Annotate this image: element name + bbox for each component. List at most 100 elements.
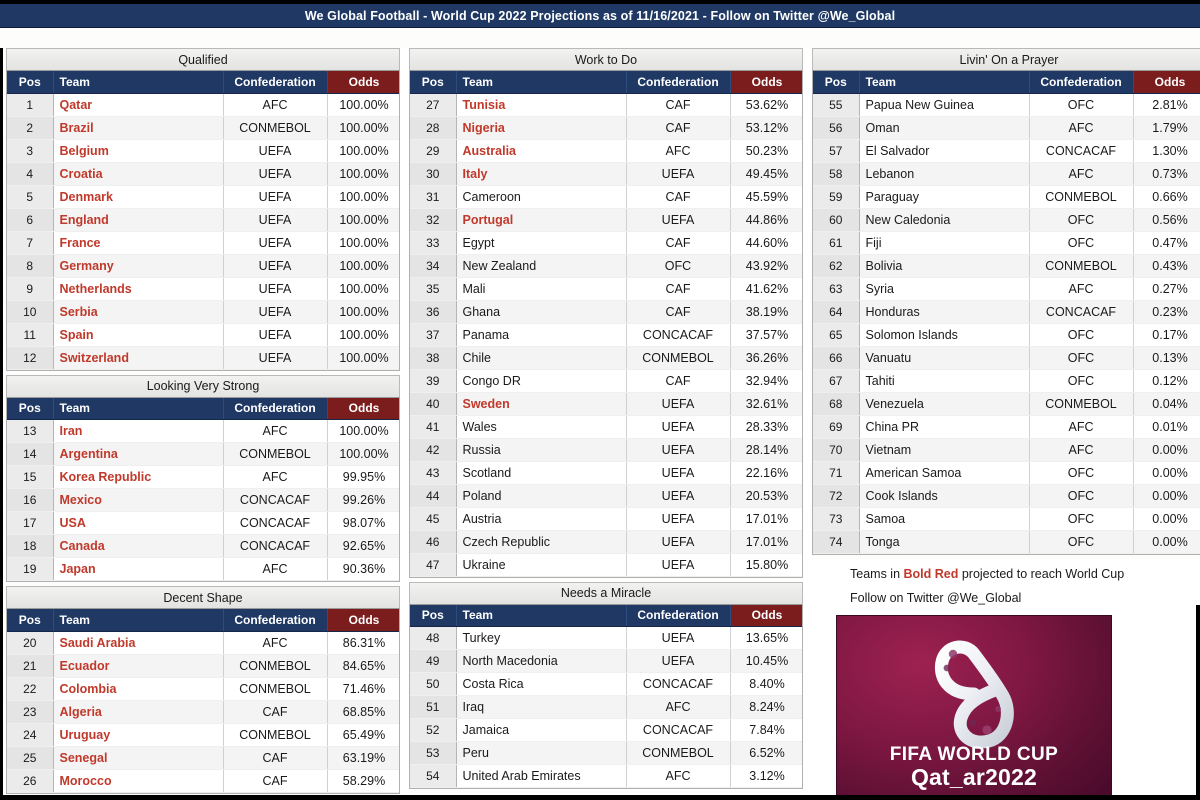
col-header-team[interactable]: Team	[859, 71, 1030, 94]
table-row[interactable]: 65 Solomon Islands OFC 0.17%	[813, 323, 1200, 347]
table-row[interactable]: 2 Brazil CONMEBOL 100.00%	[7, 116, 399, 140]
col-header-odds[interactable]: Odds	[327, 397, 399, 420]
table-row[interactable]: 23 Algeria CAF 68.85%	[7, 700, 399, 724]
table-row[interactable]: 73 Samoa OFC 0.00%	[813, 507, 1200, 531]
table-row[interactable]: 1 Qatar AFC 100.00%	[7, 93, 399, 117]
table-row[interactable]: 14 Argentina CONMEBOL 100.00%	[7, 442, 399, 466]
table-row[interactable]: 20 Saudi Arabia AFC 86.31%	[7, 631, 399, 655]
cell-confederation: CONCACAF	[1029, 300, 1134, 324]
col-header-confederation[interactable]: Confederation	[1029, 71, 1134, 94]
col-header-odds[interactable]: Odds	[730, 604, 802, 627]
table-row[interactable]: 61 Fiji OFC 0.47%	[813, 231, 1200, 255]
table-row[interactable]: 41 Wales UEFA 28.33%	[410, 415, 802, 439]
table-row[interactable]: 67 Tahiti OFC 0.12%	[813, 369, 1200, 393]
col-header-confederation[interactable]: Confederation	[223, 397, 328, 420]
table-row[interactable]: 31 Cameroon CAF 45.59%	[410, 185, 802, 209]
table-row[interactable]: 29 Australia AFC 50.23%	[410, 139, 802, 163]
table-row[interactable]: 7 France UEFA 100.00%	[7, 231, 399, 255]
table-row[interactable]: 69 China PR AFC 0.01%	[813, 415, 1200, 439]
table-row[interactable]: 66 Vanuatu OFC 0.13%	[813, 346, 1200, 370]
table-row[interactable]: 42 Russia UEFA 28.14%	[410, 438, 802, 462]
table-row[interactable]: 26 Morocco CAF 58.29%	[7, 769, 399, 793]
table-row[interactable]: 3 Belgium UEFA 100.00%	[7, 139, 399, 163]
table-row[interactable]: 47 Ukraine UEFA 15.80%	[410, 553, 802, 577]
col-header-team[interactable]: Team	[456, 604, 627, 627]
table-row[interactable]: 30 Italy UEFA 49.45%	[410, 162, 802, 186]
table-row[interactable]: 34 New Zealand OFC 43.92%	[410, 254, 802, 278]
col-header-pos[interactable]: Pos	[410, 604, 457, 627]
table-row[interactable]: 51 Iraq AFC 8.24%	[410, 695, 802, 719]
table-row[interactable]: 46 Czech Republic UEFA 17.01%	[410, 530, 802, 554]
table-row[interactable]: 56 Oman AFC 1.79%	[813, 116, 1200, 140]
table-row[interactable]: 17 USA CONCACAF 98.07%	[7, 511, 399, 535]
col-header-confederation[interactable]: Confederation	[223, 609, 328, 632]
col-header-pos[interactable]: Pos	[7, 397, 54, 420]
table-row[interactable]: 24 Uruguay CONMEBOL 65.49%	[7, 723, 399, 747]
section-title-needs-a-miracle: Needs a Miracle	[409, 581, 803, 605]
table-row[interactable]: 45 Austria UEFA 17.01%	[410, 507, 802, 531]
table-row[interactable]: 5 Denmark UEFA 100.00%	[7, 185, 399, 209]
table-row[interactable]: 54 United Arab Emirates AFC 3.12%	[410, 764, 802, 788]
table-row[interactable]: 6 England UEFA 100.00%	[7, 208, 399, 232]
col-header-pos[interactable]: Pos	[7, 71, 54, 94]
table-row[interactable]: 60 New Caledonia OFC 0.56%	[813, 208, 1200, 232]
table-row[interactable]: 12 Switzerland UEFA 100.00%	[7, 346, 399, 370]
table-row[interactable]: 25 Senegal CAF 63.19%	[7, 746, 399, 770]
table-row[interactable]: 68 Venezuela CONMEBOL 0.04%	[813, 392, 1200, 416]
table-row[interactable]: 37 Panama CONCACAF 37.57%	[410, 323, 802, 347]
table-row[interactable]: 22 Colombia CONMEBOL 71.46%	[7, 677, 399, 701]
table-row[interactable]: 63 Syria AFC 0.27%	[813, 277, 1200, 301]
table-row[interactable]: 15 Korea Republic AFC 99.95%	[7, 465, 399, 489]
table-row[interactable]: 53 Peru CONMEBOL 6.52%	[410, 741, 802, 765]
table-row[interactable]: 43 Scotland UEFA 22.16%	[410, 461, 802, 485]
table-row[interactable]: 62 Bolivia CONMEBOL 0.43%	[813, 254, 1200, 278]
table-row[interactable]: 28 Nigeria CAF 53.12%	[410, 116, 802, 140]
table-row[interactable]: 18 Canada CONCACAF 92.65%	[7, 534, 399, 558]
table-row[interactable]: 72 Cook Islands OFC 0.00%	[813, 484, 1200, 508]
col-header-team[interactable]: Team	[456, 71, 627, 94]
col-header-confederation[interactable]: Confederation	[626, 604, 731, 627]
col-header-team[interactable]: Team	[53, 609, 224, 632]
col-header-odds[interactable]: Odds	[327, 609, 399, 632]
table-row[interactable]: 13 Iran AFC 100.00%	[7, 419, 399, 443]
col-header-team[interactable]: Team	[53, 397, 224, 420]
table-row[interactable]: 48 Turkey UEFA 13.65%	[410, 626, 802, 650]
col-header-odds[interactable]: Odds	[327, 71, 399, 94]
col-header-odds[interactable]: Odds	[730, 71, 802, 94]
table-row[interactable]: 40 Sweden UEFA 32.61%	[410, 392, 802, 416]
table-row[interactable]: 64 Honduras CONCACAF 0.23%	[813, 300, 1200, 324]
table-row[interactable]: 70 Vietnam AFC 0.00%	[813, 438, 1200, 462]
table-row[interactable]: 9 Netherlands UEFA 100.00%	[7, 277, 399, 301]
table-row[interactable]: 59 Paraguay CONMEBOL 0.66%	[813, 185, 1200, 209]
table-row[interactable]: 58 Lebanon AFC 0.73%	[813, 162, 1200, 186]
table-row[interactable]: 44 Poland UEFA 20.53%	[410, 484, 802, 508]
col-header-confederation[interactable]: Confederation	[626, 71, 731, 94]
table-row[interactable]: 10 Serbia UEFA 100.00%	[7, 300, 399, 324]
table-row[interactable]: 35 Mali CAF 41.62%	[410, 277, 802, 301]
table-row[interactable]: 16 Mexico CONCACAF 99.26%	[7, 488, 399, 512]
table-row[interactable]: 36 Ghana CAF 38.19%	[410, 300, 802, 324]
table-row[interactable]: 8 Germany UEFA 100.00%	[7, 254, 399, 278]
col-header-confederation[interactable]: Confederation	[223, 71, 328, 94]
table-row[interactable]: 55 Papua New Guinea OFC 2.81%	[813, 93, 1200, 117]
table-row[interactable]: 27 Tunisia CAF 53.62%	[410, 93, 802, 117]
table-row[interactable]: 49 North Macedonia UEFA 10.45%	[410, 649, 802, 673]
table-row[interactable]: 4 Croatia UEFA 100.00%	[7, 162, 399, 186]
table-row[interactable]: 50 Costa Rica CONCACAF 8.40%	[410, 672, 802, 696]
table-row[interactable]: 52 Jamaica CONCACAF 7.84%	[410, 718, 802, 742]
col-header-pos[interactable]: Pos	[813, 71, 860, 94]
table-row[interactable]: 71 American Samoa OFC 0.00%	[813, 461, 1200, 485]
table-row[interactable]: 19 Japan AFC 90.36%	[7, 557, 399, 581]
table-row[interactable]: 57 El Salvador CONCACAF 1.30%	[813, 139, 1200, 163]
table-row[interactable]: 39 Congo DR CAF 32.94%	[410, 369, 802, 393]
col-header-pos[interactable]: Pos	[7, 609, 54, 632]
table-row[interactable]: 33 Egypt CAF 44.60%	[410, 231, 802, 255]
table-row[interactable]: 74 Tonga OFC 0.00%	[813, 530, 1200, 554]
table-row[interactable]: 21 Ecuador CONMEBOL 84.65%	[7, 654, 399, 678]
table-row[interactable]: 11 Spain UEFA 100.00%	[7, 323, 399, 347]
col-header-team[interactable]: Team	[53, 71, 224, 94]
col-header-odds[interactable]: Odds	[1133, 71, 1200, 94]
table-row[interactable]: 32 Portugal UEFA 44.86%	[410, 208, 802, 232]
col-header-pos[interactable]: Pos	[410, 71, 457, 94]
table-row[interactable]: 38 Chile CONMEBOL 36.26%	[410, 346, 802, 370]
